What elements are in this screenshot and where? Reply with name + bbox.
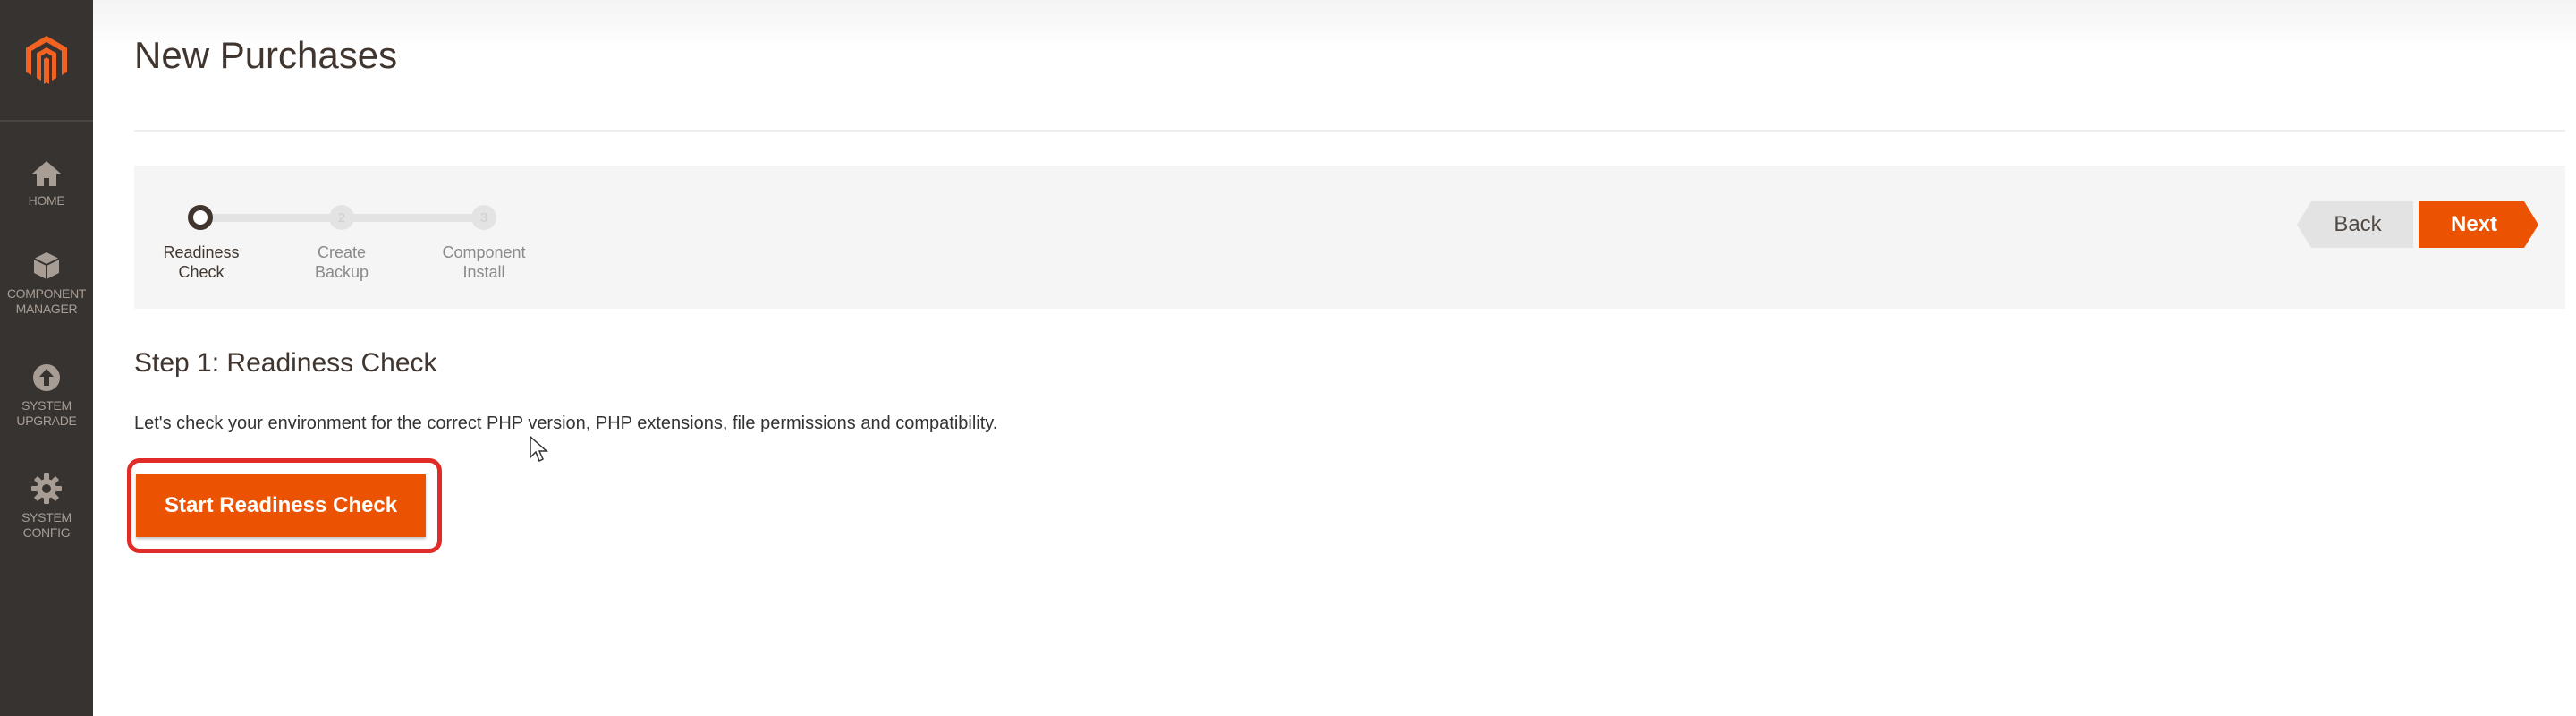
- sidebar-item-label: SYSTEM CONFIG: [21, 510, 72, 540]
- sidebar-item-label: HOME: [28, 193, 65, 208]
- sidebar-item-label: COMPONENT MANAGER: [6, 286, 87, 316]
- step-indicator-1: [188, 205, 213, 230]
- divider: [134, 130, 2565, 132]
- magento-logo-icon: [26, 36, 67, 84]
- step-indicator-3: 3: [471, 205, 496, 230]
- sidebar: HOME COMPONENT MANAGER SYSTEM UPGRADE SY…: [0, 0, 93, 716]
- start-readiness-check-button[interactable]: Start Readiness Check: [136, 474, 426, 537]
- progress-wizard: 2 3 Readiness Check Create Backup Compon…: [134, 166, 2565, 309]
- step-label-component-install: Component Install: [442, 243, 526, 281]
- home-icon: [32, 161, 61, 186]
- back-button[interactable]: Back: [2297, 201, 2413, 248]
- page-header: New Purchases: [93, 0, 2576, 130]
- main-content: New Purchases 2 3 Readiness Check Create…: [93, 0, 2576, 716]
- magento-logo[interactable]: [0, 0, 93, 122]
- step-indicator-2: 2: [329, 205, 354, 230]
- sidebar-item-home[interactable]: HOME: [0, 159, 93, 209]
- upload-icon: [33, 364, 60, 391]
- mouse-cursor-icon: [530, 436, 548, 463]
- page-title: New Purchases: [134, 34, 398, 76]
- next-button[interactable]: Next: [2419, 201, 2538, 248]
- gear-icon: [31, 473, 62, 504]
- sidebar-item-component-manager[interactable]: COMPONENT MANAGER: [0, 251, 93, 317]
- step-label-create-backup: Create Backup: [314, 243, 369, 281]
- step-label-readiness-check: Readiness Check: [163, 243, 240, 281]
- sidebar-item-label: SYSTEM UPGRADE: [16, 398, 77, 428]
- step-heading: Step 1: Readiness Check: [134, 348, 437, 378]
- step-description: Let's check your environment for the cor…: [134, 413, 998, 433]
- box-icon: [33, 252, 60, 279]
- sidebar-item-system-upgrade[interactable]: SYSTEM UPGRADE: [0, 362, 93, 429]
- sidebar-item-system-config[interactable]: SYSTEM CONFIG: [0, 473, 93, 541]
